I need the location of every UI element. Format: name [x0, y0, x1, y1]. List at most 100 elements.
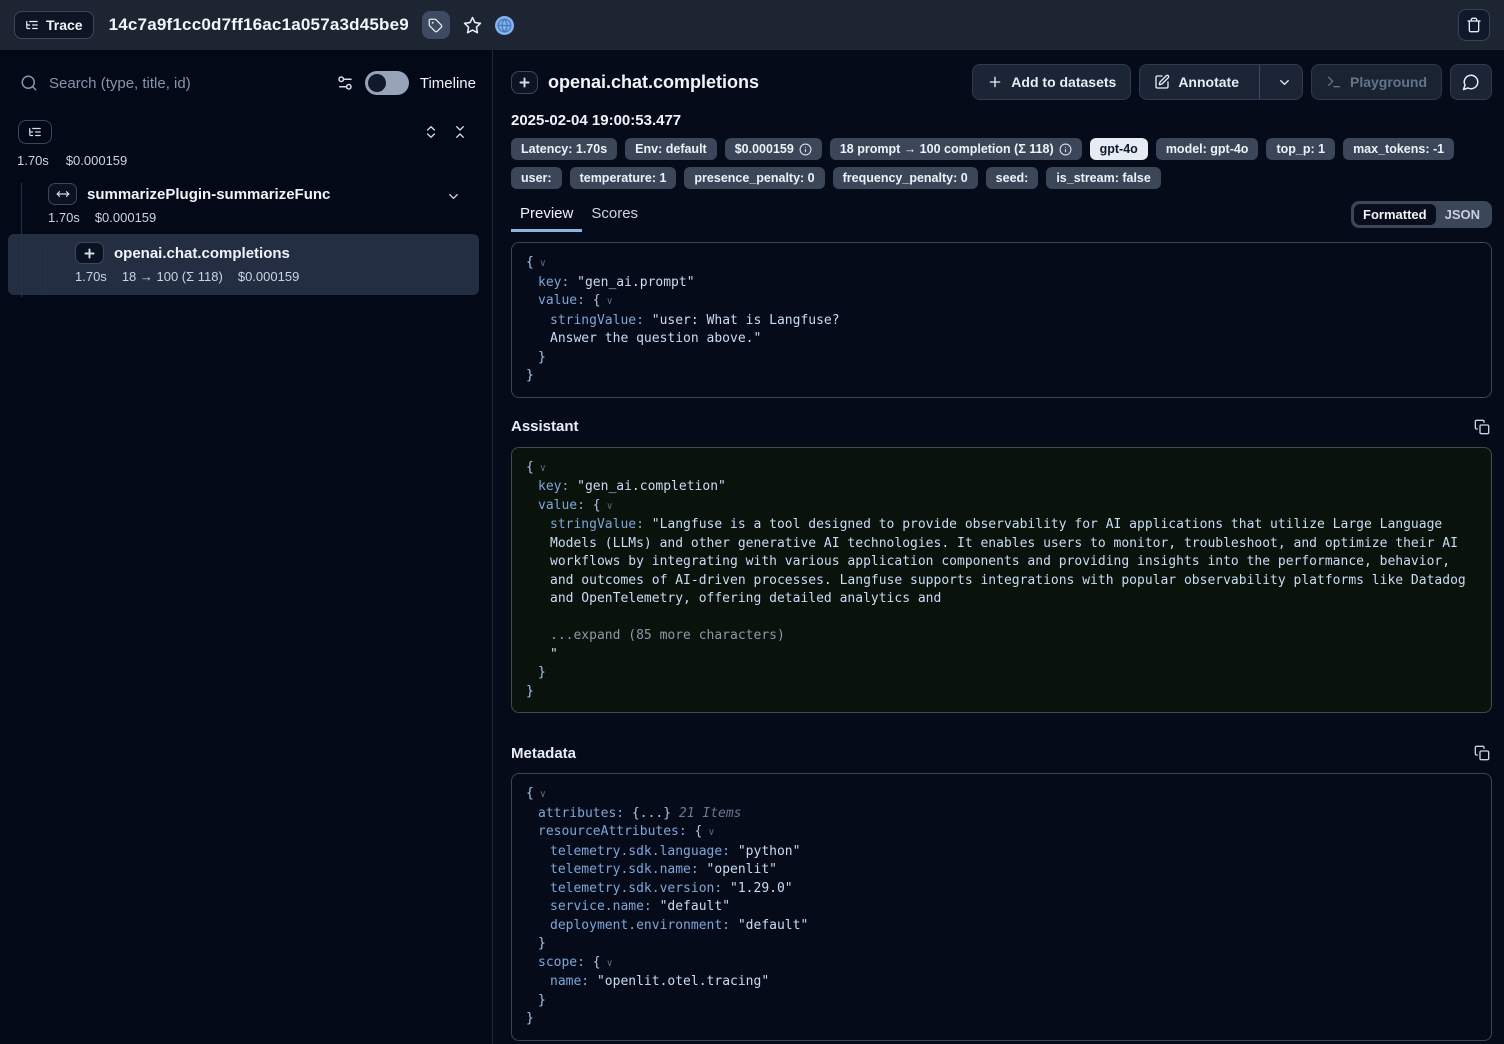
- node-cost: $0.000159: [95, 210, 156, 225]
- code-str: "Langfuse is a tool designed to provide …: [550, 517, 1474, 606]
- annotate-label: Annotate: [1178, 74, 1239, 90]
- chevron-down-icon[interactable]: [446, 189, 461, 204]
- filter-settings-button[interactable]: [336, 74, 354, 92]
- tag-button[interactable]: [422, 11, 450, 39]
- code-key: key:: [538, 275, 577, 290]
- star-button[interactable]: [463, 16, 482, 35]
- metadata-badges: Latency: 1.70sEnv: default$0.00015918 pr…: [511, 138, 1492, 189]
- annotate-button[interactable]: Annotate: [1140, 65, 1251, 99]
- tree-node-openai-chat-completions[interactable]: openai.chat.completions 1.70s 18 → 100 (…: [8, 234, 479, 295]
- copy-button[interactable]: [1472, 417, 1492, 437]
- format-option-formatted[interactable]: Formatted: [1354, 204, 1436, 225]
- code-str: Answer the question above.": [550, 331, 761, 346]
- input-json-block: { ∨key: "gen_ai.prompt"value: { ∨stringV…: [511, 242, 1492, 398]
- badge: temperature: 1: [570, 167, 677, 189]
- tab-scores[interactable]: Scores: [582, 201, 647, 232]
- collapse-chevron-icon[interactable]: ∨: [601, 296, 613, 307]
- code-line: [526, 609, 1477, 628]
- comments-button[interactable]: [1450, 64, 1492, 100]
- chevrons-up-down-icon: [423, 124, 439, 140]
- annotate-split-button: Annotate: [1139, 64, 1303, 100]
- badge: Latency: 1.70s: [511, 138, 617, 160]
- tree-guide-line: [45, 243, 46, 293]
- code-brace: {: [526, 255, 534, 270]
- node-tokens: 18 → 100 (Σ 118): [122, 269, 223, 284]
- code-line: ": [526, 646, 1477, 665]
- trace-label: Trace: [46, 17, 83, 33]
- collapse-chevron-icon[interactable]: ∨: [601, 958, 613, 969]
- info-icon[interactable]: [1059, 143, 1072, 156]
- expand-all-button[interactable]: [423, 124, 439, 140]
- badge-label: temperature: 1: [580, 171, 667, 185]
- code-line: }: [526, 935, 1477, 954]
- trace-latency: 1.70s: [17, 153, 49, 168]
- format-toggle: Formatted JSON: [1351, 201, 1492, 228]
- code-line: { ∨: [526, 254, 1477, 274]
- badge-label: frequency_penalty: 0: [843, 171, 968, 185]
- node-latency: 1.70s: [75, 269, 107, 284]
- code-key: attributes:: [538, 806, 632, 821]
- trace-root-chip[interactable]: [18, 120, 52, 144]
- collapse-chevron-icon[interactable]: ∨: [534, 463, 546, 474]
- copy-button[interactable]: [1472, 743, 1492, 763]
- list-tree-icon: [28, 125, 42, 139]
- plus-icon: [987, 74, 1003, 90]
- square-pen-icon: [1154, 74, 1170, 90]
- code-str: "user: What is Langfuse?: [652, 313, 840, 328]
- code-str: "python": [738, 844, 801, 859]
- node-label: openai.chat.completions: [114, 245, 290, 262]
- observation-detail-panel: openai.chat.completions Add to datasets …: [493, 50, 1504, 1044]
- expand-button[interactable]: ...expand (85 more characters): [550, 628, 785, 643]
- code-brace: }: [538, 665, 546, 680]
- collapse-chevron-icon[interactable]: ∨: [601, 501, 613, 512]
- delete-trace-button[interactable]: [1458, 9, 1490, 41]
- badge: presence_penalty: 0: [684, 167, 824, 189]
- collapse-chevron-icon[interactable]: ∨: [534, 258, 546, 269]
- metadata-json-block: { ∨attributes: {...} 21 ItemsresourceAtt…: [511, 773, 1492, 1041]
- code-key: telemetry.sdk.version:: [550, 881, 730, 896]
- code-key: value:: [538, 498, 593, 513]
- collapse-chevron-icon[interactable]: ∨: [534, 789, 546, 800]
- node-cost: $0.000159: [238, 269, 299, 284]
- sliders-icon: [336, 74, 354, 92]
- trash-icon: [1466, 17, 1482, 33]
- code-line: }: [526, 664, 1477, 683]
- tree-node-summarize-func[interactable]: summarizePlugin-summarizeFunc 1.70s $0.0…: [0, 181, 492, 225]
- code-brace: {: [593, 293, 601, 308]
- code-brace: }: [538, 993, 546, 1008]
- info-icon[interactable]: [799, 143, 812, 156]
- add-to-datasets-button[interactable]: Add to datasets: [972, 64, 1131, 100]
- code-line: deployment.environment: "default": [526, 917, 1477, 936]
- timeline-toggle[interactable]: [365, 71, 409, 95]
- code-brace: {: [593, 955, 601, 970]
- tag-icon: [428, 18, 443, 33]
- toggle-knob: [368, 74, 386, 92]
- annotate-dropdown-button[interactable]: [1268, 65, 1302, 99]
- user-avatar[interactable]: [495, 16, 514, 35]
- badge-label: Latency: 1.70s: [521, 142, 607, 156]
- code-brace: }: [538, 936, 546, 951]
- search-icon: [20, 74, 38, 92]
- list-tree-icon: [25, 18, 39, 32]
- message-circle-icon: [1462, 73, 1480, 91]
- collapse-all-button[interactable]: [452, 124, 468, 140]
- badge: model: gpt-4o: [1156, 138, 1259, 160]
- badge: gpt-4o: [1090, 138, 1148, 160]
- node-label: summarizePlugin-summarizeFunc: [87, 186, 330, 203]
- assistant-json-block: { ∨key: "gen_ai.completion"value: { ∨str…: [511, 447, 1492, 714]
- move-horizontal-icon: [48, 183, 77, 205]
- code-brace: }: [538, 350, 546, 365]
- code-line: service.name: "default": [526, 898, 1477, 917]
- tab-preview[interactable]: Preview: [511, 201, 582, 232]
- collapse-chevron-icon[interactable]: ∨: [702, 827, 714, 838]
- playground-button[interactable]: Playground: [1311, 64, 1442, 100]
- format-option-json[interactable]: JSON: [1436, 204, 1489, 225]
- code-line: value: { ∨: [526, 292, 1477, 312]
- badge: frequency_penalty: 0: [833, 167, 978, 189]
- badge-label: is_stream: false: [1056, 171, 1151, 185]
- timeline-label: Timeline: [420, 75, 476, 92]
- code-key: deployment.environment:: [550, 918, 738, 933]
- code-line: resourceAttributes: { ∨: [526, 823, 1477, 843]
- search-input[interactable]: [49, 75, 325, 92]
- badge: top_p: 1: [1266, 138, 1335, 160]
